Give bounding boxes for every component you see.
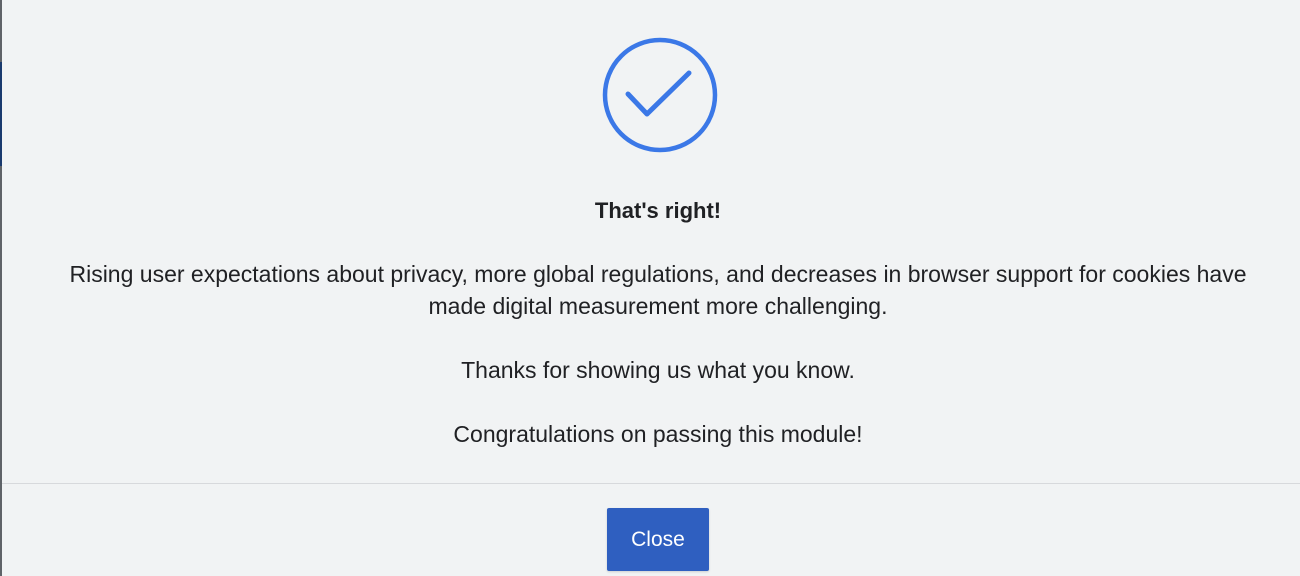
congrats-text: Congratulations on passing this module! <box>453 421 863 447</box>
check-circle-icon <box>602 37 718 153</box>
feedback-message: Rising user expectations about privacy, … <box>69 261 1247 319</box>
feedback-title: That's right! <box>594 198 722 223</box>
thanks-text: Thanks for showing us what you know. <box>461 357 855 383</box>
close-button[interactable]: Close <box>607 508 709 571</box>
feedback-dialog: That's right! Rising user expectations a… <box>2 0 1300 576</box>
footer-divider <box>2 483 1300 484</box>
